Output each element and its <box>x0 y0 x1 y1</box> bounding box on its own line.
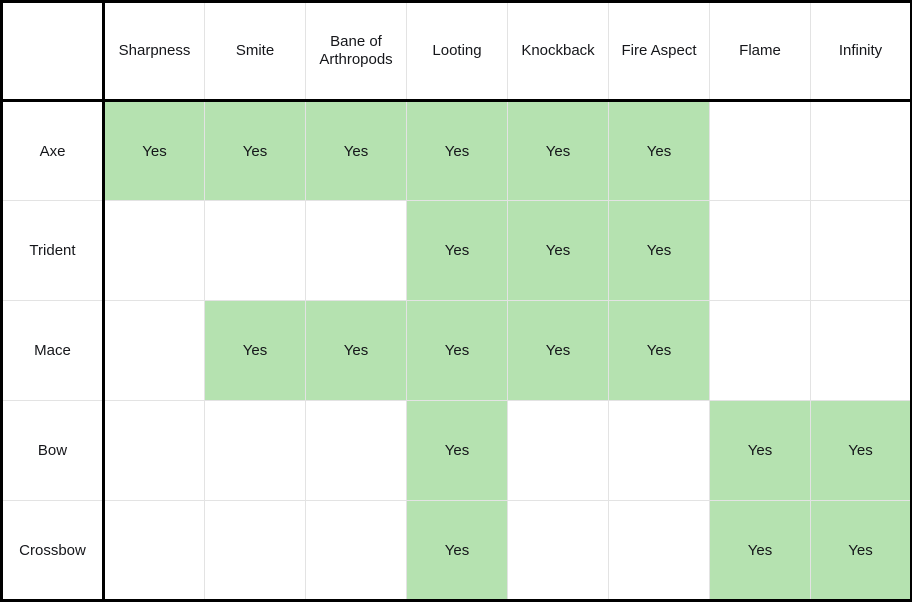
cell-trident-looting: Yes <box>406 200 508 301</box>
column-header-flame: Flame <box>709 1 811 102</box>
cell-trident-infinity <box>810 200 912 301</box>
row-header-trident: Trident <box>1 200 105 301</box>
cell-axe-smite: Yes <box>204 100 306 201</box>
column-header-knockback: Knockback <box>507 1 609 102</box>
cell-bow-bane-of-arthropods <box>305 400 407 501</box>
table-row: Axe Yes Yes Yes Yes Yes Yes <box>1 100 912 201</box>
cell-crossbow-bane-of-arthropods <box>305 500 407 601</box>
enchantment-matrix-container: Sharpness Smite Bane of Arthropods Looting K… <box>0 0 912 603</box>
cell-trident-knockback: Yes <box>507 200 609 301</box>
column-header-looting: Looting <box>406 1 508 102</box>
table-row: Crossbow Yes Yes Yes <box>1 500 912 601</box>
column-header-sharpness: Sharpness <box>103 1 205 102</box>
cell-bow-sharpness <box>103 400 205 501</box>
cell-mace-sharpness <box>103 300 205 401</box>
header-row: Sharpness Smite Bane of Arthropods Looting K… <box>1 1 912 102</box>
cell-trident-smite <box>204 200 306 301</box>
cell-axe-flame <box>709 100 811 201</box>
row-header-axe: Axe <box>1 100 105 201</box>
cell-bow-flame: Yes <box>709 400 811 501</box>
table-row: Trident Yes Yes Yes <box>1 200 912 301</box>
cell-crossbow-fire-aspect <box>608 500 710 601</box>
cell-crossbow-knockback <box>507 500 609 601</box>
cell-axe-bane-of-arthropods: Yes <box>305 100 407 201</box>
cell-axe-looting: Yes <box>406 100 508 201</box>
cell-trident-bane-of-arthropods <box>305 200 407 301</box>
cell-bow-smite <box>204 400 306 501</box>
cell-axe-knockback: Yes <box>507 100 609 201</box>
cell-mace-knockback: Yes <box>507 300 609 401</box>
row-header-crossbow: Crossbow <box>1 500 105 601</box>
cell-mace-smite: Yes <box>204 300 306 401</box>
cell-bow-fire-aspect <box>608 400 710 501</box>
cell-crossbow-flame: Yes <box>709 500 811 601</box>
cell-axe-sharpness: Yes <box>103 100 205 201</box>
column-header-bane-of-arthropods: Bane of Arthropods <box>305 1 407 102</box>
cell-bow-infinity: Yes <box>810 400 912 501</box>
row-header-bow: Bow <box>1 400 105 501</box>
cell-bow-looting: Yes <box>406 400 508 501</box>
column-header-infinity: Infinity <box>810 1 912 102</box>
cell-bow-knockback <box>507 400 609 501</box>
cell-mace-bane-of-arthropods: Yes <box>305 300 407 401</box>
cell-crossbow-smite <box>204 500 306 601</box>
table-corner-cell <box>1 1 105 102</box>
column-header-smite: Smite <box>204 1 306 102</box>
column-header-fire-aspect: Fire Aspect <box>608 1 710 102</box>
table-body: Axe Yes Yes Yes Yes Yes Yes Trident Yes Yes Yes Mac… <box>1 100 912 601</box>
cell-trident-sharpness <box>103 200 205 301</box>
cell-crossbow-sharpness <box>103 500 205 601</box>
cell-trident-fire-aspect: Yes <box>608 200 710 301</box>
cell-axe-fire-aspect: Yes <box>608 100 710 201</box>
table-row: Mace Yes Yes Yes Yes Yes <box>1 300 912 401</box>
cell-mace-flame <box>709 300 811 401</box>
table-row: Bow Yes Yes Yes <box>1 400 912 501</box>
cell-crossbow-looting: Yes <box>406 500 508 601</box>
row-header-mace: Mace <box>1 300 105 401</box>
cell-crossbow-infinity: Yes <box>810 500 912 601</box>
cell-mace-fire-aspect: Yes <box>608 300 710 401</box>
table-header: Sharpness Smite Bane of Arthropods Looting K… <box>1 1 912 102</box>
cell-mace-looting: Yes <box>406 300 508 401</box>
cell-axe-infinity <box>810 100 912 201</box>
cell-trident-flame <box>709 200 811 301</box>
enchantment-compatibility-table: Sharpness Smite Bane of Arthropods Looting K… <box>0 0 912 602</box>
cell-mace-infinity <box>810 300 912 401</box>
